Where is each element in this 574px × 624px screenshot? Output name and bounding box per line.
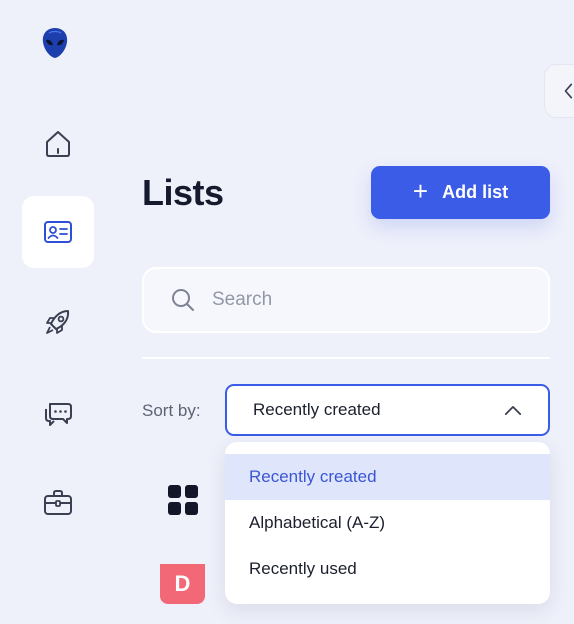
plus-icon: + [412,176,429,206]
list-avatar[interactable]: D [160,564,205,604]
add-list-button[interactable]: + Add list [371,166,550,219]
sort-option-recently-used[interactable]: Recently used [225,546,550,592]
chevron-left-icon [564,83,573,99]
divider [142,357,550,359]
sort-option-recently-created[interactable]: Recently created [225,454,550,500]
search-box[interactable] [142,267,550,333]
search-input[interactable] [212,289,512,311]
list-item[interactable] [166,483,200,517]
sidebar-item-home[interactable] [22,108,94,180]
contact-card-icon [44,221,72,243]
home-icon [46,131,70,157]
grid-icon [168,485,198,515]
chevron-up-icon [504,405,522,415]
sidebar-item-chat[interactable] [22,376,94,448]
chat-bubbles-icon [45,403,72,426]
sidebar-item-launch[interactable] [22,286,94,358]
sort-options-menu: Recently created Alphabetical (A-Z) Rece… [225,442,550,604]
add-list-label: Add list [442,182,509,202]
app-page: Lists + Add list Sort by: Recently creat… [0,0,574,624]
sidebar-item-work[interactable] [22,466,94,538]
sort-selected-value: Recently created [253,400,381,419]
alien-logo[interactable] [40,27,70,59]
sort-option-alphabetical[interactable]: Alphabetical (A-Z) [225,500,550,546]
briefcase-icon [44,490,72,515]
sort-label: Sort by: [142,401,201,420]
rocket-icon [46,310,70,334]
sort-dropdown[interactable]: Recently created [225,384,550,436]
search-icon [172,289,194,311]
collapse-sidebar-button[interactable] [544,64,574,118]
page-title: Lists [142,172,224,213]
sidebar-item-lists[interactable] [22,196,94,268]
